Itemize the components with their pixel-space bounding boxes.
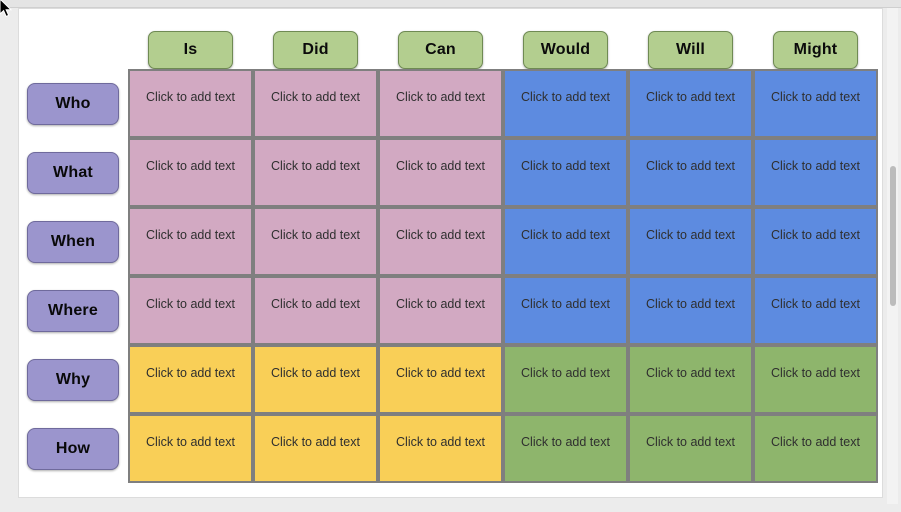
row-label-why[interactable]: Why <box>27 358 119 401</box>
matrix-cell-what-will[interactable]: Click to add text <box>628 138 753 207</box>
question-matrix-grid: Click to add text Click to add text Click … <box>128 69 878 483</box>
matrix-cell-how-might[interactable]: Click to add text <box>753 414 878 483</box>
matrix-cell-what-might[interactable]: Click to add text <box>753 138 878 207</box>
matrix-cell-when-did[interactable]: Click to add text <box>253 207 378 276</box>
matrix-cell-where-did[interactable]: Click to add text <box>253 276 378 345</box>
row-label-what[interactable]: What <box>27 151 119 194</box>
matrix-cell-how-can[interactable]: Click to add text <box>378 414 503 483</box>
matrix-cell-who-might[interactable]: Click to add text <box>753 69 878 138</box>
matrix-cell-how-did[interactable]: Click to add text <box>253 414 378 483</box>
matrix-cell-when-is[interactable]: Click to add text <box>128 207 253 276</box>
column-header-did[interactable]: Did <box>273 31 358 69</box>
matrix-cell-where-can[interactable]: Click to add text <box>378 276 503 345</box>
matrix-cell-why-might[interactable]: Click to add text <box>753 345 878 414</box>
matrix-cell-why-did[interactable]: Click to add text <box>253 345 378 414</box>
matrix-cell-when-can[interactable]: Click to add text <box>378 207 503 276</box>
row-label-how[interactable]: How <box>27 427 119 470</box>
matrix-cell-how-would[interactable]: Click to add text <box>503 414 628 483</box>
matrix-cell-where-might[interactable]: Click to add text <box>753 276 878 345</box>
matrix-cell-where-is[interactable]: Click to add text <box>128 276 253 345</box>
row-label-who[interactable]: Who <box>27 82 119 125</box>
slide-canvas[interactable]: Is Did Can Would Will Might Who What When Where W… <box>18 8 883 498</box>
matrix-cell-who-will[interactable]: Click to add text <box>628 69 753 138</box>
vertical-scrollbar[interactable] <box>887 8 898 504</box>
matrix-cell-who-would[interactable]: Click to add text <box>503 69 628 138</box>
row-label-where[interactable]: Where <box>27 289 119 332</box>
column-header-might[interactable]: Might <box>773 31 858 69</box>
matrix-cell-why-can[interactable]: Click to add text <box>378 345 503 414</box>
matrix-cell-where-would[interactable]: Click to add text <box>503 276 628 345</box>
row-label-when[interactable]: When <box>27 220 119 263</box>
matrix-cell-where-will[interactable]: Click to add text <box>628 276 753 345</box>
matrix-cell-how-will[interactable]: Click to add text <box>628 414 753 483</box>
column-header-is[interactable]: Is <box>148 31 233 69</box>
matrix-cell-what-would[interactable]: Click to add text <box>503 138 628 207</box>
title-bar-strip <box>0 0 901 8</box>
matrix-cell-what-did[interactable]: Click to add text <box>253 138 378 207</box>
matrix-cell-why-will[interactable]: Click to add text <box>628 345 753 414</box>
matrix-cell-why-is[interactable]: Click to add text <box>128 345 253 414</box>
matrix-cell-when-would[interactable]: Click to add text <box>503 207 628 276</box>
vertical-scrollbar-thumb[interactable] <box>890 166 896 306</box>
column-header-will[interactable]: Will <box>648 31 733 69</box>
matrix-cell-when-will[interactable]: Click to add text <box>628 207 753 276</box>
application-window: Is Did Can Would Will Might Who What When Where W… <box>0 0 901 512</box>
matrix-cell-when-might[interactable]: Click to add text <box>753 207 878 276</box>
matrix-cell-what-can[interactable]: Click to add text <box>378 138 503 207</box>
matrix-cell-who-can[interactable]: Click to add text <box>378 69 503 138</box>
matrix-cell-how-is[interactable]: Click to add text <box>128 414 253 483</box>
matrix-cell-who-is[interactable]: Click to add text <box>128 69 253 138</box>
matrix-cell-what-is[interactable]: Click to add text <box>128 138 253 207</box>
column-header-would[interactable]: Would <box>523 31 608 69</box>
matrix-cell-why-would[interactable]: Click to add text <box>503 345 628 414</box>
matrix-cell-who-did[interactable]: Click to add text <box>253 69 378 138</box>
column-header-can[interactable]: Can <box>398 31 483 69</box>
